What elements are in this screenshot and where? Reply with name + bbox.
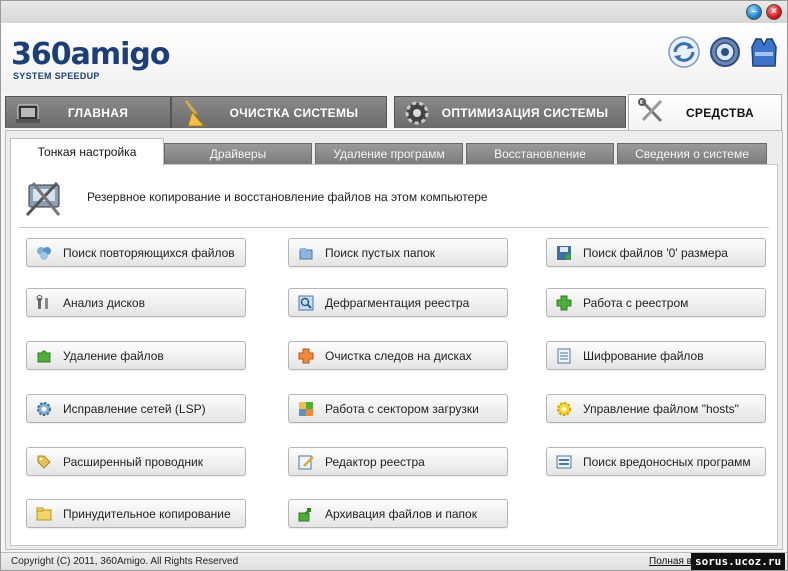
tool-label: Очистка следов на дисках xyxy=(325,349,472,363)
sub-tabs: Тонкая настройка Драйверы Удаление прогр… xyxy=(10,135,780,166)
tool-empty-folders-button[interactable]: Поиск пустых папок xyxy=(288,238,508,267)
close-icon: × xyxy=(771,6,777,17)
folder-icon xyxy=(36,507,52,521)
tool-boot-sector-button[interactable]: Работа с сектором загрузки xyxy=(288,394,508,423)
tool-registry-work-button[interactable]: Работа с реестром xyxy=(546,288,766,317)
magnifier-icon xyxy=(298,295,314,311)
tab-label: ОПТИМИЗАЦИЯ СИСТЕМЫ xyxy=(441,106,609,120)
copyright-text: Copyright (C) 2011, 360Amigo. All Rights… xyxy=(11,556,239,567)
tool-duplicate-files-button[interactable]: Поиск повторяющихся файлов xyxy=(26,238,246,267)
tag-icon xyxy=(37,455,51,469)
full-version-link[interactable]: Полная в xyxy=(649,556,692,567)
tab-system-cleanup[interactable]: ОЧИСТКА СИСТЕМЫ xyxy=(171,96,387,128)
wrench-icon xyxy=(36,295,48,309)
tool-delete-files-button[interactable]: Удаление файлов xyxy=(26,341,246,370)
tool-zero-size-files-button[interactable]: Поиск файлов '0' размера xyxy=(546,238,766,267)
tool-label: Редактор реестра xyxy=(325,455,425,469)
header: 360amigo SYSTEM SPEEDUP xyxy=(1,23,787,93)
list-icon xyxy=(556,455,572,469)
minimize-icon: – xyxy=(751,6,757,17)
sun-gear-icon xyxy=(557,402,571,416)
panel-header: Резервное копирование и восстановление ф… xyxy=(19,173,769,223)
title-bar: – × xyxy=(1,1,787,23)
tool-hosts-file-button[interactable]: Управление файлом "hosts" xyxy=(546,394,766,423)
tool-label: Поиск файлов '0' размера xyxy=(583,246,728,260)
subtab-fine-tuning[interactable]: Тонкая настройка xyxy=(10,138,164,166)
app-logo: 360amigo SYSTEM SPEEDUP xyxy=(11,37,170,87)
settings-icon[interactable] xyxy=(708,35,742,69)
tool-disk-analysis-button[interactable]: Анализ дисков xyxy=(26,288,246,317)
subtab-drivers[interactable]: Драйверы xyxy=(164,143,312,165)
tools-panel: Резервное копирование и восстановление ф… xyxy=(10,164,778,546)
tab-label: ОЧИСТКА СИСТЕМЫ xyxy=(229,106,359,120)
tool-label: Шифрование файлов xyxy=(583,349,704,363)
edit-icon xyxy=(298,455,314,470)
tool-disk-traces-button[interactable]: Очистка следов на дисках xyxy=(288,341,508,370)
tool-archive-button[interactable]: Архивация файлов и папок xyxy=(288,499,508,528)
tool-label: Работа с реестром xyxy=(583,296,689,310)
divider xyxy=(19,227,769,228)
tab-label: СРЕДСТВА xyxy=(685,106,755,120)
subtab-restore[interactable]: Восстановление xyxy=(466,143,614,165)
tab-home[interactable]: ГЛАВНАЯ xyxy=(5,96,171,128)
status-bar: Copyright (C) 2011, 360Amigo. All Rights… xyxy=(1,552,787,570)
tool-label: Поиск пустых папок xyxy=(325,246,435,260)
gear-small-icon xyxy=(37,402,51,416)
tab-label: ГЛАВНАЯ xyxy=(67,106,129,120)
folder-search-icon xyxy=(299,248,313,260)
tool-label: Анализ дисков xyxy=(63,296,145,310)
tool-advanced-explorer-button[interactable]: Расширенный проводник xyxy=(26,447,246,476)
tool-label: Работа с сектором загрузки xyxy=(325,402,479,416)
tool-registry-defrag-button[interactable]: Дефрагментация реестра xyxy=(288,288,508,317)
subtab-uninstall[interactable]: Удаление программ xyxy=(315,143,463,165)
plus-icon xyxy=(556,295,572,311)
main-tabs: ГЛАВНАЯ ОЧИСТКА СИСТЕМЫ ОПТИМИЗАЦИЯ СИСТ… xyxy=(1,94,787,130)
minimize-button[interactable]: – xyxy=(746,4,762,20)
tool-malware-search-button[interactable]: Поиск вредоносных программ xyxy=(546,447,766,476)
content-frame: Тонкая настройка Драйверы Удаление прогр… xyxy=(5,130,783,550)
tool-encrypt-files-button[interactable]: Шифрование файлов xyxy=(546,341,766,370)
puzzle-icon xyxy=(37,350,51,363)
tool-label: Поиск вредоносных программ xyxy=(583,455,751,469)
puzzle-multi-icon xyxy=(299,402,313,416)
tool-label: Поиск повторяющихся файлов xyxy=(63,246,235,260)
tool-label: Удаление файлов xyxy=(63,349,164,363)
tool-label: Исправление сетей (LSP) xyxy=(63,402,206,416)
tab-optimization[interactable]: ОПТИМИЗАЦИЯ СИСТЕМЫ xyxy=(394,96,626,128)
share-icon xyxy=(298,508,311,522)
logo-text: 360amigo xyxy=(11,37,170,72)
subtab-system-info[interactable]: Сведения о системе xyxy=(617,143,767,165)
watermark: sorus.ucoz.ru xyxy=(691,553,786,570)
duplicate-icon xyxy=(37,247,51,260)
tool-label: Дефрагментация реестра xyxy=(325,296,470,310)
vest-icon[interactable] xyxy=(747,35,781,69)
tool-force-copy-button[interactable]: Принудительное копирование xyxy=(26,499,246,528)
tool-network-fix-button[interactable]: Исправление сетей (LSP) xyxy=(26,394,246,423)
tool-registry-editor-button[interactable]: Редактор реестра xyxy=(288,447,508,476)
floppy-icon xyxy=(557,246,571,260)
puzzle-orange-icon xyxy=(298,348,314,364)
sync-icon[interactable] xyxy=(667,35,701,69)
backup-tools-icon xyxy=(25,181,61,217)
tool-label: Расширенный проводник xyxy=(63,455,203,469)
app-window: – × 360amigo SYSTEM SPEEDUP ГЛАВНАЯ ОЧИС… xyxy=(0,0,788,571)
tab-tools[interactable]: СРЕДСТВА xyxy=(628,94,782,130)
document-icon xyxy=(557,348,571,364)
tool-label: Принудительное копирование xyxy=(63,507,231,521)
logo-subtitle: SYSTEM SPEEDUP xyxy=(13,71,100,81)
tool-label: Управление файлом "hosts" xyxy=(583,402,739,416)
close-button[interactable]: × xyxy=(766,4,782,20)
tool-label: Архивация файлов и папок xyxy=(325,507,477,521)
panel-description: Резервное копирование и восстановление ф… xyxy=(87,190,488,204)
